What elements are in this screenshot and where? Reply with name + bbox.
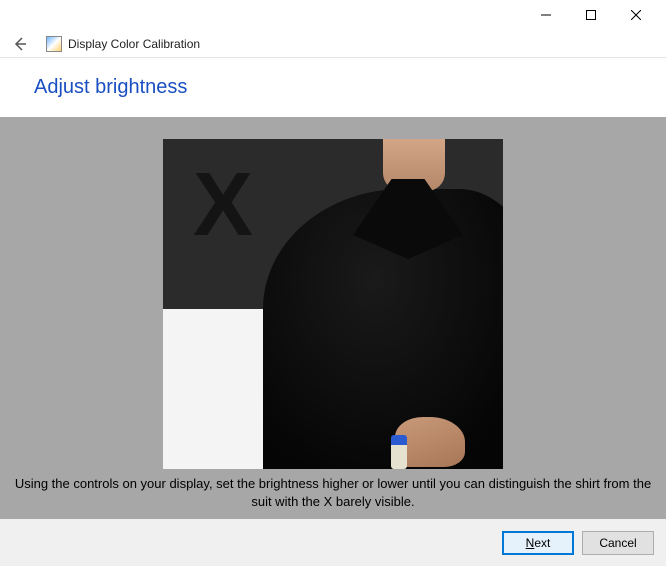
footer-bar: Next Cancel bbox=[0, 519, 666, 566]
maximize-icon bbox=[586, 10, 596, 20]
sample-x-mark: X bbox=[193, 174, 247, 237]
sample-marker bbox=[391, 435, 407, 469]
close-button[interactable] bbox=[613, 1, 658, 29]
minimize-button[interactable] bbox=[523, 1, 568, 29]
close-icon bbox=[631, 10, 641, 20]
back-button[interactable] bbox=[8, 32, 32, 56]
content-area: X Using the controls on your display, se… bbox=[0, 117, 666, 519]
window-titlebar bbox=[0, 0, 666, 30]
window-title: Display Color Calibration bbox=[68, 37, 200, 51]
cancel-button[interactable]: Cancel bbox=[582, 531, 654, 555]
next-button[interactable]: Next bbox=[502, 531, 574, 555]
next-button-rest: ext bbox=[534, 536, 550, 550]
minimize-icon bbox=[541, 10, 551, 20]
maximize-button[interactable] bbox=[568, 1, 613, 29]
brightness-sample-image: X bbox=[163, 139, 503, 469]
instruction-text: Using the controls on your display, set … bbox=[0, 469, 666, 510]
header-bar: Display Color Calibration bbox=[0, 30, 666, 58]
app-icon bbox=[46, 36, 62, 52]
back-arrow-icon bbox=[12, 36, 28, 52]
page-title: Adjust brightness bbox=[0, 58, 666, 117]
